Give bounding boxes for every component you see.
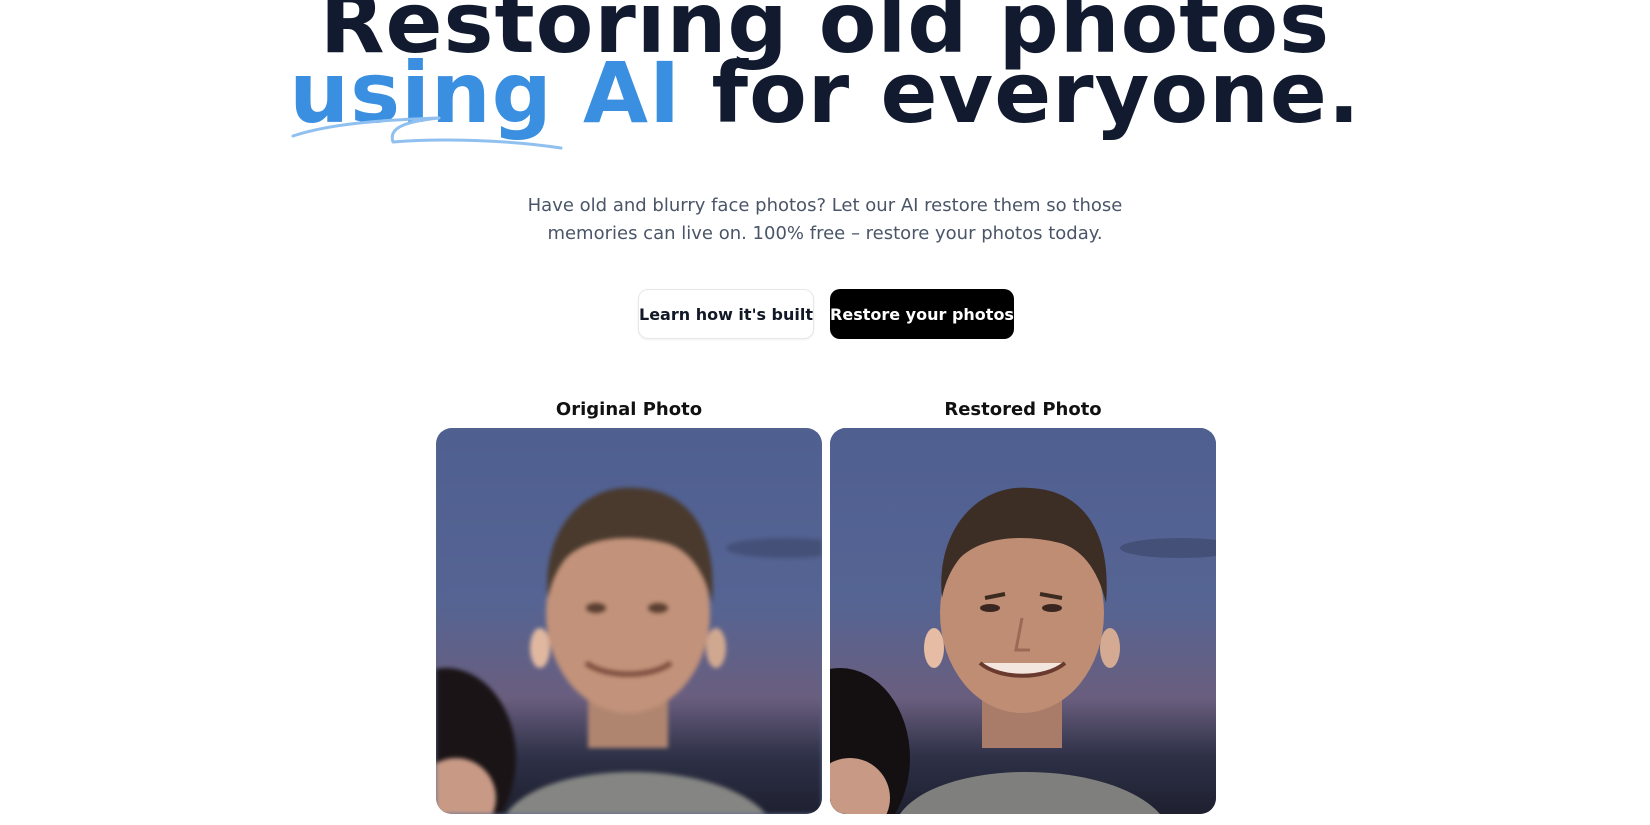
learn-how-built-button[interactable]: Learn how it's built [638,289,814,339]
hero-title-line-2: using AI for everyone. [0,51,1650,150]
landing-page: Restoring old photos using AI for everyo… [0,0,1650,825]
restore-photos-button[interactable]: Restore your photos [830,289,1014,339]
restored-photo-label: Restored Photo [944,399,1102,420]
hero-title-accent-text: using AI [289,44,682,142]
hero-title: Restoring old photos using AI for everyo… [0,0,1650,150]
original-photo [436,428,822,814]
hero-subtitle: Have old and blurry face photos? Let our… [527,195,1123,244]
restored-photo [830,428,1216,814]
hero-title-accent: using AI [289,51,681,150]
portrait-image-icon [830,428,1216,814]
portrait-image-icon [436,428,822,814]
hero-title-rest: for everyone. [681,44,1361,142]
original-photo-label: Original Photo [555,399,703,420]
